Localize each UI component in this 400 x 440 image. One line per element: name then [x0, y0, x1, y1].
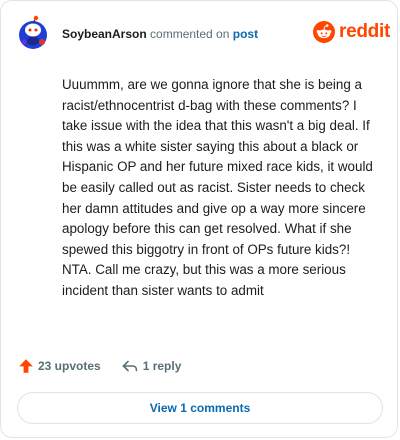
reply-arrow-icon	[122, 360, 138, 372]
comment-byline: SoybeanArson commented on post	[62, 27, 258, 41]
reddit-brand[interactable]: reddit	[313, 21, 390, 43]
reddit-logo-icon	[313, 21, 335, 43]
username-link[interactable]: SoybeanArson	[62, 27, 147, 41]
upvote-button[interactable]: 23 upvotes	[18, 358, 101, 374]
user-avatar-icon[interactable]	[18, 15, 48, 51]
view-comments-button[interactable]: View 1 comments	[17, 392, 383, 424]
comment-actions: 23 upvotes 1 reply	[18, 358, 181, 374]
comment-body: Uuummm, are we gonna ignore that she is …	[62, 77, 373, 298]
byline-verb: commented on	[150, 27, 230, 41]
upvote-count: 23 upvotes	[38, 359, 101, 373]
reply-count: 1 reply	[142, 359, 182, 373]
upvote-arrow-icon	[19, 359, 33, 373]
reply-button[interactable]: 1 reply	[121, 358, 182, 374]
comment-card: SoybeanArson commented on post reddit Uu…	[0, 0, 398, 438]
post-link[interactable]: post	[233, 27, 258, 41]
reddit-wordmark: reddit	[339, 21, 390, 42]
